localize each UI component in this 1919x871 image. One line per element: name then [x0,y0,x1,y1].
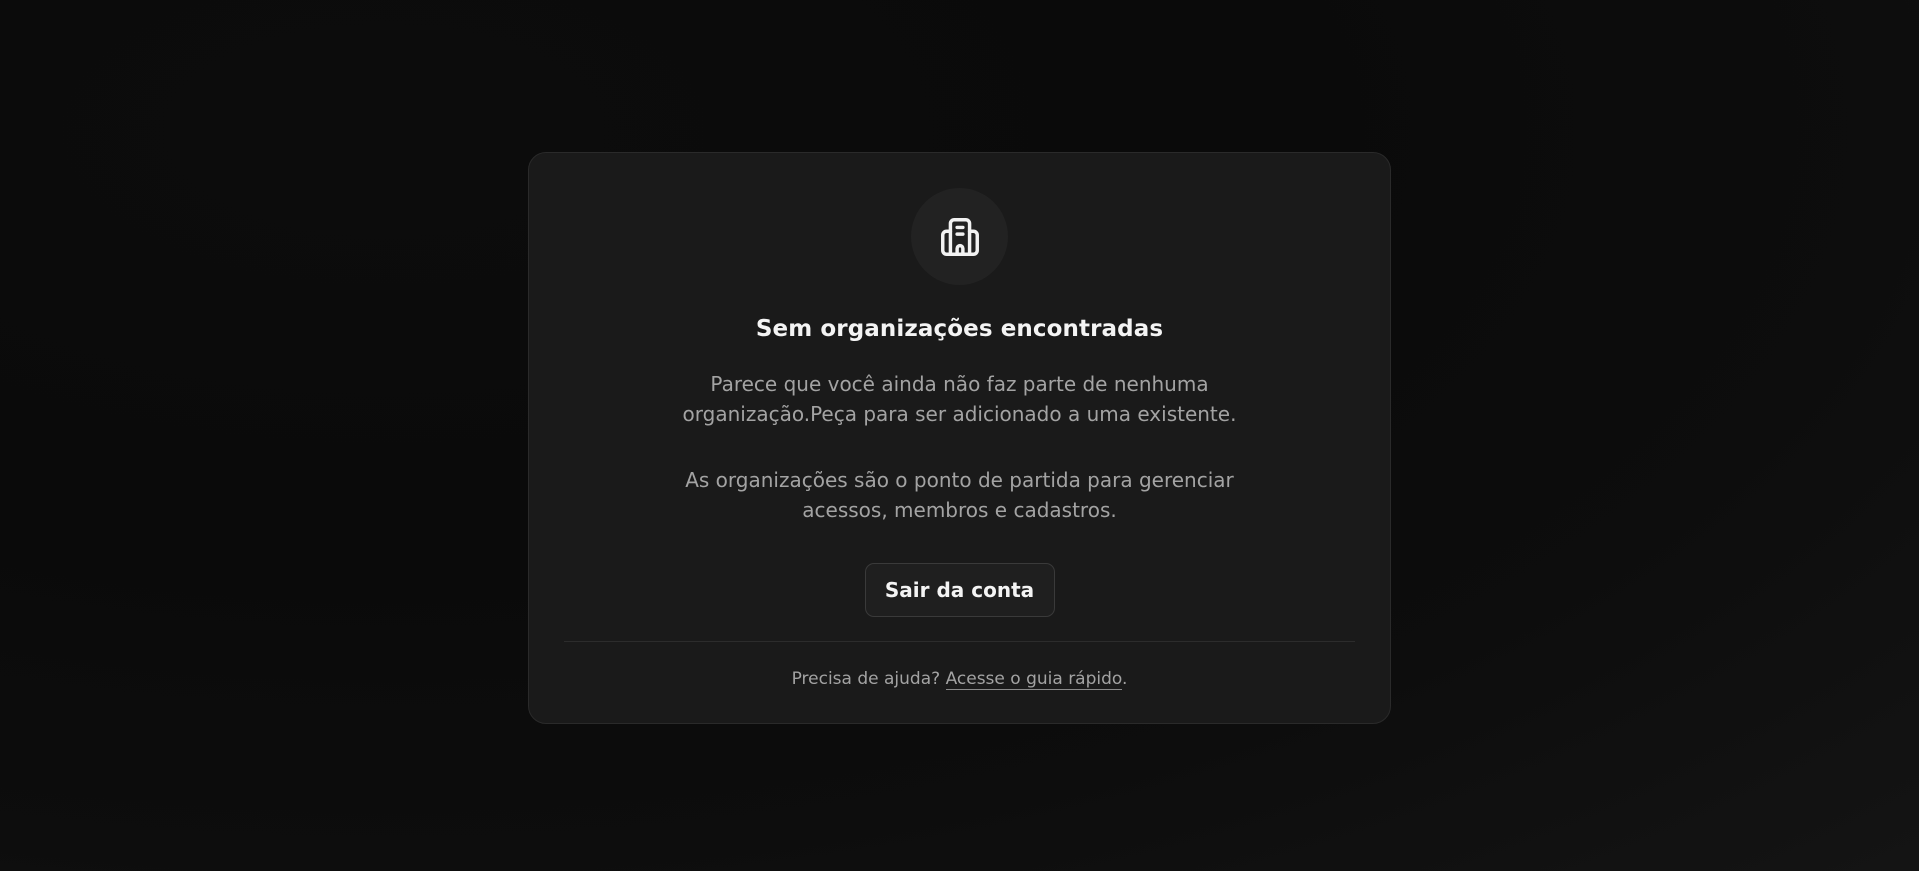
page-title: Sem organizações encontradas [755,316,1164,342]
description-membership-line-2: organização.Peça para ser adicionado a u… [682,402,1237,426]
divider [564,641,1355,642]
description-purpose-line-1: As organizações são o ponto de partida p… [685,468,1234,492]
help-prefix: Precisa de ajuda? [791,669,946,689]
no-organizations-card: Sem organizações encontradas Parece que … [528,152,1391,724]
quick-guide-link[interactable]: Acesse o guia rápido [945,669,1123,690]
description-purpose-line-2: acessos, membros e cadastros. [802,498,1117,522]
help-suffix: . [1122,669,1128,689]
description-membership-line-1: Parece que você ainda não faz parte de n… [710,372,1209,396]
building-icon [940,217,979,256]
description-membership: Parece que você ainda não faz parte de n… [660,369,1260,429]
description-purpose: As organizações são o ponto de partida p… [660,465,1260,525]
help-text: Precisa de ajuda? Acesse o guia rápido. [791,667,1128,691]
logout-button[interactable]: Sair da conta [864,563,1055,617]
icon-circle [911,188,1008,285]
